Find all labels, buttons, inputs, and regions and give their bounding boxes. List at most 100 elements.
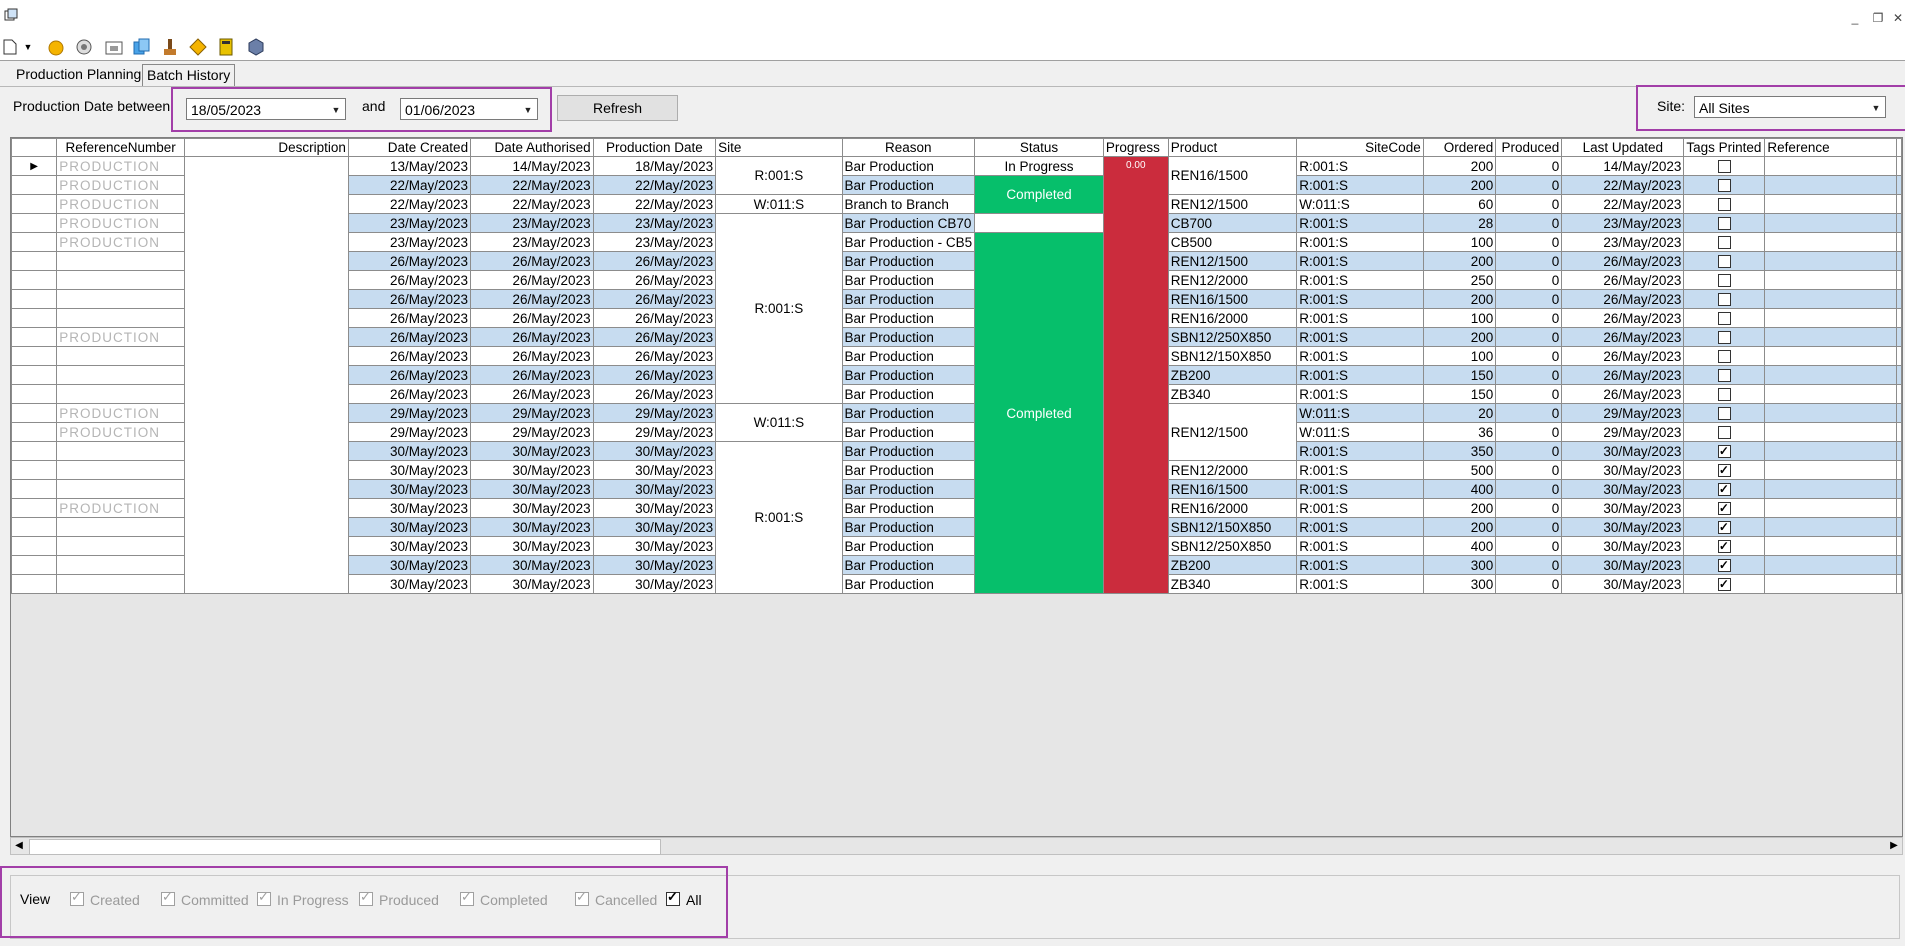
row-header[interactable]: [11, 327, 58, 347]
date-to-picker[interactable]: 01/06/2023 ▼: [400, 98, 538, 120]
tags-printed-checkbox[interactable]: [1717, 236, 1731, 250]
tags-printed-cell[interactable]: [1683, 384, 1766, 404]
row-header[interactable]: [11, 194, 58, 214]
tags-printed-checkbox[interactable]: [1717, 481, 1731, 498]
new-document-icon[interactable]: [0, 37, 20, 57]
tags-printed-checkbox[interactable]: [1717, 350, 1731, 364]
tags-printed-checkbox[interactable]: [1717, 388, 1731, 402]
row-header[interactable]: [11, 365, 58, 385]
tags-printed-checkbox[interactable]: [1717, 462, 1731, 479]
tags-printed-cell[interactable]: [1683, 308, 1766, 328]
row-header[interactable]: [11, 232, 58, 252]
row-header[interactable]: [11, 289, 58, 309]
tags-printed-cell[interactable]: [1683, 327, 1766, 347]
calculator-icon[interactable]: [216, 37, 236, 57]
tags-printed-cell[interactable]: [1683, 289, 1766, 309]
tags-printed-cell[interactable]: [1683, 365, 1766, 385]
column-header[interactable]: Production Date: [592, 138, 717, 157]
tags-printed-cell[interactable]: [1683, 441, 1766, 461]
tags-printed-cell[interactable]: [1683, 251, 1766, 271]
tags-printed-checkbox[interactable]: [1717, 255, 1731, 269]
tool-icon[interactable]: [160, 37, 180, 57]
tags-printed-checkbox[interactable]: [1717, 443, 1731, 460]
row-header[interactable]: [11, 555, 58, 575]
row-header[interactable]: [11, 441, 58, 461]
horizontal-scrollbar[interactable]: ◀ ▶: [10, 837, 1903, 855]
column-header[interactable]: SiteCode: [1296, 138, 1424, 157]
minimize-button[interactable]: _: [1846, 10, 1864, 26]
tags-printed-cell[interactable]: [1683, 346, 1766, 366]
column-header[interactable]: Description: [183, 138, 349, 157]
column-header[interactable]: Progress: [1102, 138, 1169, 157]
view-all-checkbox[interactable]: All: [666, 889, 702, 908]
tab-batch-history[interactable]: Batch History: [142, 64, 236, 86]
column-header[interactable]: Produced: [1495, 138, 1563, 157]
row-header[interactable]: [11, 403, 58, 423]
view-inprogress-checkbox[interactable]: In Progress: [257, 889, 349, 908]
tags-printed-cell[interactable]: [1683, 517, 1766, 537]
scroll-left-icon[interactable]: ◀: [11, 838, 27, 854]
view-created-checkbox[interactable]: Created: [70, 889, 140, 908]
tags-printed-checkbox[interactable]: [1717, 369, 1731, 383]
view-produced-checkbox[interactable]: Produced: [359, 889, 439, 908]
row-header[interactable]: [11, 308, 58, 328]
tags-printed-checkbox[interactable]: [1717, 198, 1731, 212]
refresh-button[interactable]: Refresh: [557, 95, 678, 121]
close-button[interactable]: ✕: [1889, 10, 1905, 26]
tags-printed-checkbox[interactable]: [1717, 426, 1731, 440]
tags-printed-checkbox[interactable]: [1717, 538, 1731, 555]
row-header[interactable]: [11, 574, 58, 594]
box-icon[interactable]: [246, 37, 266, 57]
column-header[interactable]: Product: [1167, 138, 1298, 157]
copy-icon[interactable]: [132, 37, 152, 57]
row-header[interactable]: [11, 346, 58, 366]
chevron-down-icon[interactable]: ▼: [329, 103, 343, 117]
column-header[interactable]: Date Created: [347, 138, 472, 157]
column-header[interactable]: Tags Printed: [1683, 138, 1766, 157]
column-header[interactable]: Site: [715, 138, 843, 157]
tags-printed-cell[interactable]: [1683, 194, 1766, 214]
row-header[interactable]: [11, 213, 58, 233]
target-icon[interactable]: [74, 37, 94, 57]
column-header[interactable]: Last Updated: [1561, 138, 1685, 157]
date-from-picker[interactable]: 18/05/2023 ▼: [186, 98, 346, 120]
row-header[interactable]: [11, 270, 58, 290]
scroll-thumb[interactable]: [29, 839, 661, 855]
tab-production-planning[interactable]: Production Planning: [12, 64, 145, 85]
tags-printed-cell[interactable]: [1683, 555, 1766, 575]
tags-printed-checkbox[interactable]: [1717, 179, 1731, 193]
column-header[interactable]: Status: [974, 138, 1104, 157]
tags-printed-checkbox[interactable]: [1717, 576, 1731, 593]
column-header[interactable]: Reason: [841, 138, 976, 157]
new-dropdown-chevron-icon[interactable]: ▼: [22, 37, 34, 57]
batch-history-grid[interactable]: ReferenceNumber Description Date Created Da…: [10, 137, 1903, 837]
tags-printed-checkbox[interactable]: [1717, 274, 1731, 288]
tags-printed-checkbox[interactable]: [1717, 557, 1731, 574]
table-row[interactable]: ▶ PRODUCTION 13/May/2023 14/May/2023 18/May/…: [11, 156, 1902, 594]
tags-printed-cell[interactable]: [1683, 156, 1766, 176]
column-header[interactable]: Date Authorised: [470, 138, 594, 157]
tags-printed-cell[interactable]: [1683, 536, 1766, 556]
scroll-right-icon[interactable]: ▶: [1886, 838, 1902, 854]
tags-printed-checkbox[interactable]: [1717, 407, 1731, 421]
tags-printed-cell[interactable]: [1683, 498, 1766, 518]
tags-printed-checkbox[interactable]: [1717, 331, 1731, 345]
row-header[interactable]: [11, 460, 58, 480]
tags-printed-cell[interactable]: [1683, 460, 1766, 480]
column-header[interactable]: Ordered: [1422, 138, 1497, 157]
chevron-down-icon[interactable]: ▼: [521, 103, 535, 117]
tags-printed-cell[interactable]: [1683, 574, 1766, 594]
view-completed-checkbox[interactable]: Completed: [460, 889, 548, 908]
chevron-down-icon[interactable]: ▼: [1869, 101, 1883, 115]
row-header[interactable]: [11, 517, 58, 537]
row-header[interactable]: [11, 422, 58, 442]
diamond-icon[interactable]: [188, 37, 208, 57]
view-committed-checkbox[interactable]: Committed: [161, 889, 249, 908]
view-cancelled-checkbox[interactable]: Cancelled: [575, 889, 657, 908]
column-header[interactable]: ReferenceNumber: [56, 138, 185, 157]
hand-icon[interactable]: [46, 37, 66, 57]
site-select[interactable]: All Sites ▼: [1694, 96, 1886, 118]
row-header[interactable]: [11, 384, 58, 404]
tags-printed-cell[interactable]: [1683, 232, 1766, 252]
tags-printed-checkbox[interactable]: [1717, 312, 1731, 326]
